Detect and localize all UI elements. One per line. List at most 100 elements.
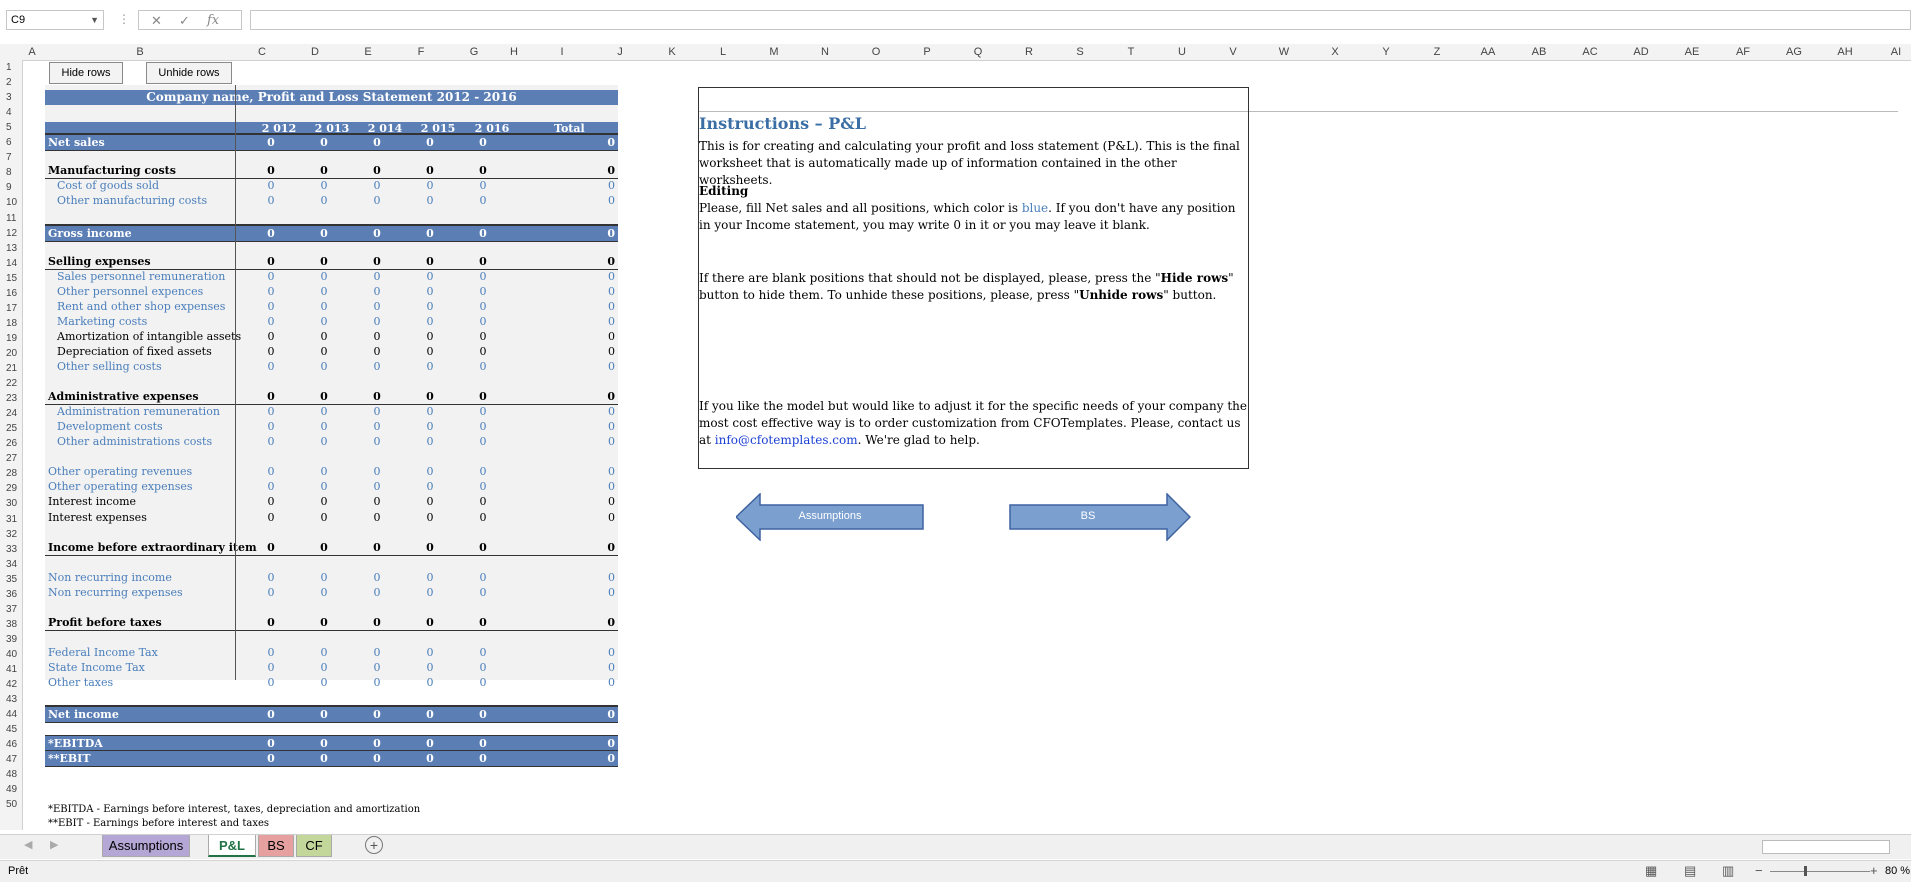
worksheet[interactable]: Hide rows Unhide rows Company name, Prof… (22, 60, 1902, 830)
row-header[interactable]: 23 (6, 393, 17, 404)
year-value-cell[interactable]: 0 (479, 226, 487, 241)
year-value-cell[interactable]: 0 (374, 675, 381, 690)
year-value-cell[interactable]: 0 (267, 389, 275, 404)
total-cell[interactable]: 0 (607, 226, 615, 241)
year-value-cell[interactable]: 0 (321, 269, 328, 284)
year-value-cell[interactable]: 0 (321, 419, 328, 434)
year-value-cell[interactable]: 0 (267, 254, 275, 269)
column-header[interactable]: S (1076, 46, 1083, 58)
year-value-cell[interactable]: 0 (479, 163, 487, 178)
row-header[interactable]: 5 (6, 122, 12, 133)
year-value-cell[interactable]: 0 (268, 585, 275, 600)
column-header[interactable]: G (470, 46, 479, 58)
statement-row[interactable]: Manufacturing costs 0 0 0 0 0 0 (45, 163, 618, 180)
year-value-cell[interactable]: 0 (427, 464, 434, 479)
year-value-cell[interactable]: 0 (426, 751, 434, 766)
year-value-cell[interactable]: 0 (321, 434, 328, 449)
sheet-tab[interactable]: P&L (208, 835, 256, 857)
total-cell[interactable]: 0 (608, 284, 615, 299)
year-value-cell[interactable]: 0 (268, 419, 275, 434)
total-cell[interactable]: 0 (608, 299, 615, 314)
year-value-cell[interactable]: 0 (373, 226, 381, 241)
total-cell[interactable]: 0 (608, 314, 615, 329)
year-value-cell[interactable]: 0 (374, 284, 381, 299)
column-header[interactable]: V (1229, 46, 1236, 58)
year-value-cell[interactable]: 0 (321, 404, 328, 419)
column-header[interactable]: I (560, 46, 563, 58)
zoom-in-icon[interactable]: + (1870, 863, 1878, 878)
year-value-cell[interactable]: 0 (268, 675, 275, 690)
statement-row[interactable]: Net income 0 0 0 0 0 0 (45, 705, 618, 724)
year-value-cell[interactable]: 0 (267, 707, 275, 722)
year-value-cell[interactable]: 0 (427, 269, 434, 284)
row-header[interactable]: 1 (6, 62, 12, 73)
row-header[interactable]: 26 (6, 438, 17, 449)
year-value-cell[interactable]: 0 (267, 135, 275, 150)
year-value-cell[interactable]: 0 (320, 540, 328, 555)
page-layout-icon[interactable]: ▤ (1684, 863, 1696, 879)
year-value-cell[interactable]: 0 (480, 193, 487, 208)
row-header[interactable]: 12 (6, 228, 17, 239)
year-value-cell[interactable]: 0 (480, 660, 487, 675)
page-break-icon[interactable]: ▥ (1722, 863, 1734, 879)
year-value-cell[interactable]: 0 (427, 675, 434, 690)
row-header[interactable]: 9 (6, 182, 12, 193)
row-header[interactable]: 36 (6, 589, 17, 600)
statement-row[interactable]: Other operating expenses 0 0 0 0 0 0 (45, 479, 618, 494)
statement-row[interactable]: **EBIT 0 0 0 0 0 0 (45, 750, 618, 768)
year-value-cell[interactable]: 0 (374, 494, 381, 509)
year-value-cell[interactable]: 0 (321, 585, 328, 600)
row-header[interactable]: 32 (6, 529, 17, 540)
statement-row[interactable]: Other taxes 0 0 0 0 0 0 (45, 675, 618, 690)
year-value-cell[interactable]: 0 (373, 163, 381, 178)
year-value-cell[interactable]: 0 (321, 344, 328, 359)
year-value-cell[interactable]: 0 (268, 660, 275, 675)
year-value-cell[interactable]: 0 (374, 404, 381, 419)
column-header[interactable]: AB (1532, 46, 1547, 58)
total-cell[interactable]: 0 (608, 585, 615, 600)
total-cell[interactable]: 0 (608, 675, 615, 690)
column-header[interactable]: J (617, 46, 623, 58)
zoom-slider[interactable] (1770, 871, 1870, 872)
year-value-cell[interactable]: 0 (321, 359, 328, 374)
row-header[interactable]: 18 (6, 318, 17, 329)
total-cell[interactable]: 0 (608, 434, 615, 449)
year-value-cell[interactable]: 0 (427, 314, 434, 329)
year-value-cell[interactable]: 0 (320, 163, 328, 178)
row-header[interactable]: 8 (6, 167, 12, 178)
year-value-cell[interactable]: 0 (267, 226, 275, 241)
year-value-cell[interactable]: 0 (373, 254, 381, 269)
year-value-cell[interactable]: 0 (480, 479, 487, 494)
statement-row[interactable]: Amortization of intangible assets 0 0 0 0 0 0 (45, 329, 618, 344)
row-header[interactable]: 22 (6, 378, 17, 389)
row-header[interactable]: 30 (6, 498, 17, 509)
year-value-cell[interactable]: 0 (268, 510, 275, 525)
column-header[interactable]: Y (1382, 46, 1389, 58)
row-header[interactable]: 24 (6, 408, 17, 419)
row-header[interactable]: 39 (6, 634, 17, 645)
column-header[interactable]: AH (1837, 46, 1852, 58)
year-value-cell[interactable]: 0 (373, 389, 381, 404)
year-value-cell[interactable]: 0 (320, 135, 328, 150)
year-value-cell[interactable]: 0 (320, 254, 328, 269)
total-cell[interactable]: 0 (607, 135, 615, 150)
row-header[interactable]: 27 (6, 453, 17, 464)
year-value-cell[interactable]: 0 (480, 314, 487, 329)
row-header[interactable]: 15 (6, 273, 17, 284)
column-header[interactable]: AA (1481, 46, 1496, 58)
year-value-cell[interactable]: 0 (373, 751, 381, 766)
year-value-cell[interactable]: 0 (268, 193, 275, 208)
year-value-cell[interactable]: 0 (426, 389, 434, 404)
next-sheet-icon[interactable]: ▶ (50, 838, 58, 851)
statement-row[interactable]: Selling expenses 0 0 0 0 0 0 (45, 254, 618, 270)
column-header[interactable]: C (258, 46, 266, 58)
row-header[interactable]: 28 (6, 468, 17, 479)
year-value-cell[interactable]: 0 (267, 751, 275, 766)
year-value-cell[interactable]: 0 (374, 645, 381, 660)
year-value-cell[interactable]: 0 (374, 178, 381, 193)
column-header[interactable]: M (769, 46, 778, 58)
row-header[interactable]: 45 (6, 724, 17, 735)
row-header[interactable]: 16 (6, 288, 17, 299)
year-value-cell[interactable]: 0 (320, 389, 328, 404)
year-value-cell[interactable]: 0 (479, 389, 487, 404)
